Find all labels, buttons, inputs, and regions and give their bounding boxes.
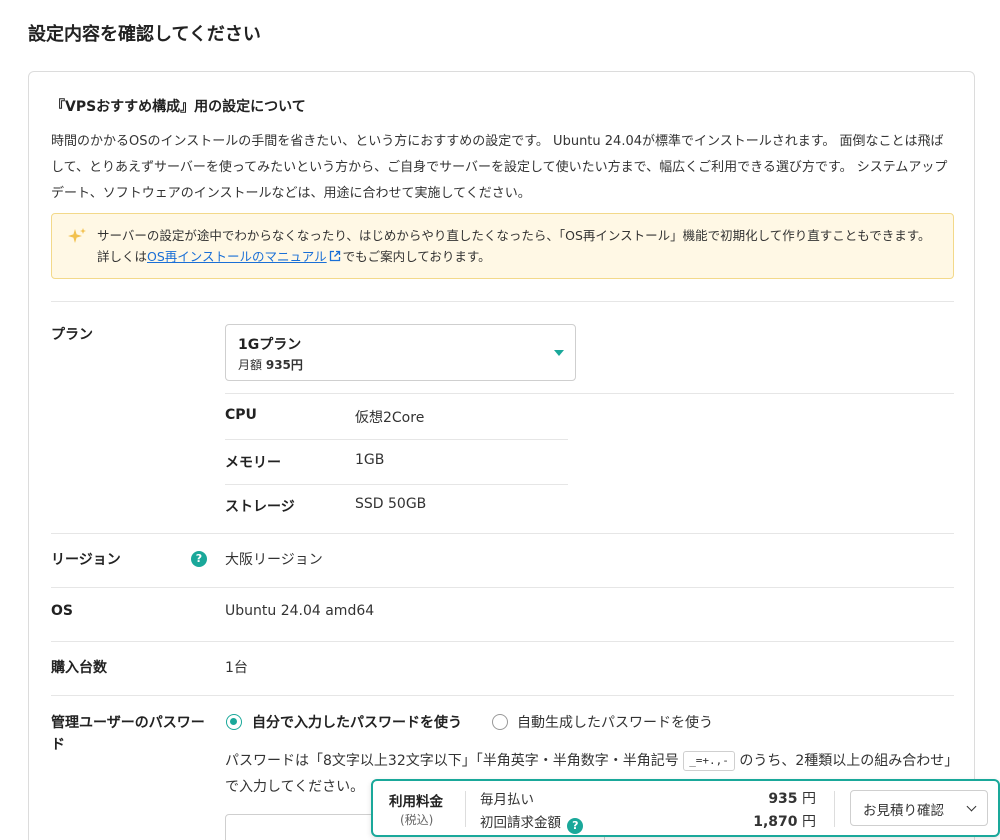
spec-key-cpu: CPU xyxy=(225,407,257,423)
initial-label: 初回請求金額 ? xyxy=(480,811,584,834)
spec-value-storage: SSD 50GB xyxy=(355,496,427,512)
spec-value-cpu: 仮想2Core xyxy=(355,410,425,426)
help-icon[interactable]: ? xyxy=(191,551,207,567)
sparkle-icon xyxy=(68,228,86,243)
initial-value: 1,870 円 xyxy=(753,814,816,830)
count-value: 1台 xyxy=(225,660,248,676)
radio-manual-label[interactable]: 自分で入力したパスワードを使う xyxy=(252,712,462,732)
plan-name: 1Gプラン xyxy=(238,337,302,353)
spec-key-storage: ストレージ xyxy=(225,499,295,515)
fee-bar: 利用料金 (税込) 毎月払い 初回請求金額 ? 935 円 1,870 円 お見… xyxy=(371,779,1000,837)
spec-key-memory: メモリー xyxy=(225,455,281,471)
divider xyxy=(51,533,954,534)
divider xyxy=(51,695,954,696)
config-card: 『VPSおすすめ構成』用の設定について 時間のかかるOSのインストールの手間を省… xyxy=(28,71,975,840)
spec-divider xyxy=(225,439,568,440)
help-icon[interactable]: ? xyxy=(567,818,584,834)
notice-text: サーバーの設定が途中でわからなくなったり、はじめからやり直したくなったら、「OS… xyxy=(97,228,931,264)
monthly-value: 935 円 xyxy=(768,791,816,807)
section-description: 時間のかかるOSのインストールの手間を省きたい、という方におすすめの設定です。 … xyxy=(51,134,948,201)
fee-title: 利用料金 xyxy=(389,794,443,810)
divider xyxy=(465,791,466,827)
symbol-chip: _=+.,- xyxy=(683,751,735,771)
region-label: リージョン xyxy=(51,552,121,568)
estimate-button[interactable]: お見積り確認 xyxy=(850,790,988,826)
reinstall-notice: サーバーの設定が途中でわからなくなったり、はじめからやり直したくなったら、「OS… xyxy=(51,213,954,279)
divider xyxy=(834,791,835,827)
section-heading: 『VPSおすすめ構成』用の設定について xyxy=(51,99,306,115)
divider xyxy=(225,393,954,394)
region-value: 大阪リージョン xyxy=(225,552,323,568)
reinstall-manual-link[interactable]: OS再インストールのマニュアル xyxy=(147,249,327,264)
divider xyxy=(51,587,954,588)
password-label: 管理ユーザーのパスワード xyxy=(51,715,205,753)
estimate-button-label: お見積り確認 xyxy=(863,803,944,819)
divider xyxy=(51,641,954,642)
os-value: Ubuntu 24.04 amd64 xyxy=(225,603,375,619)
divider xyxy=(51,301,954,302)
radio-auto-label[interactable]: 自動生成したパスワードを使う xyxy=(517,712,713,732)
plan-price: 月額 935円 xyxy=(238,358,303,372)
chevron-down-icon xyxy=(966,801,977,812)
spec-divider xyxy=(225,484,568,485)
page-title: 設定内容を確認してください xyxy=(28,24,261,45)
os-label: OS xyxy=(51,603,73,619)
tax-note: (税込) xyxy=(400,813,434,827)
radio-manual-password[interactable] xyxy=(226,714,242,730)
plan-select[interactable]: 1Gプラン 月額 935円 xyxy=(225,324,576,381)
external-link-icon xyxy=(329,250,340,262)
plan-label: プラン xyxy=(51,327,93,343)
radio-auto-password[interactable] xyxy=(492,714,508,730)
caret-down-icon xyxy=(554,350,564,356)
monthly-label: 毎月払い xyxy=(480,792,534,808)
spec-value-memory: 1GB xyxy=(355,452,385,468)
count-label: 購入台数 xyxy=(51,660,107,676)
